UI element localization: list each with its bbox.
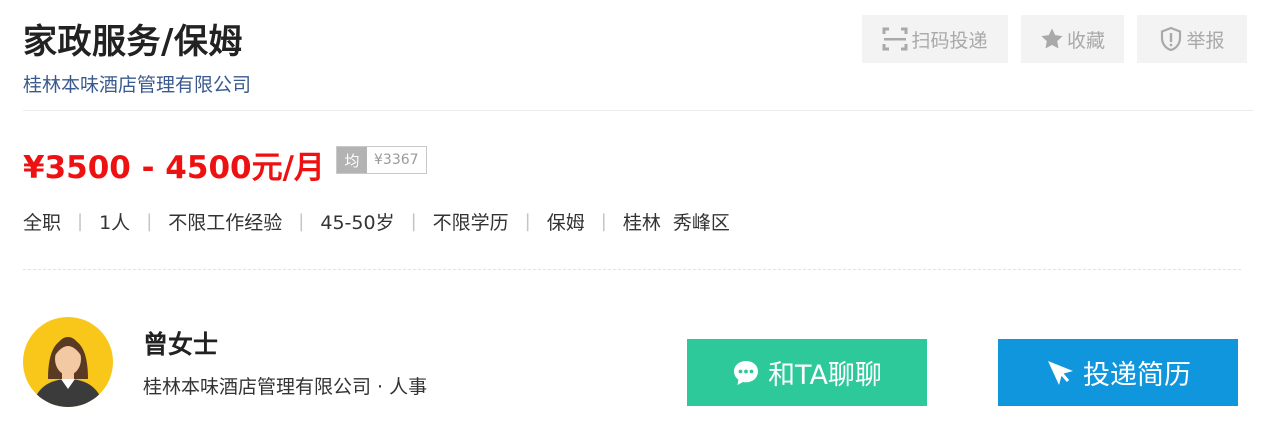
shield-icon	[1159, 26, 1186, 52]
attr-education: 不限学历	[432, 212, 509, 234]
attr-age: 45-50岁	[320, 212, 395, 234]
top-actions: 扫码投递 收藏 举报	[862, 15, 1247, 63]
average-salary-badge: 均 ¥3367	[336, 146, 427, 174]
header-divider	[23, 110, 1253, 111]
average-tag: 均	[337, 147, 367, 173]
report-label: 举报	[1186, 29, 1225, 52]
separator: |	[524, 211, 531, 232]
attr-job-type: 全职	[23, 212, 62, 234]
apply-resume-button[interactable]: 投递简历	[998, 339, 1238, 406]
favorite-label: 收藏	[1066, 29, 1105, 52]
avatar	[23, 317, 113, 407]
salary-range: ¥3500 - 4500元/月	[23, 150, 325, 186]
average-value: ¥3367	[374, 152, 419, 168]
scan-apply-button[interactable]: 扫码投递	[862, 15, 1008, 63]
attr-category: 保姆	[546, 212, 585, 234]
job-attributes: 全职 | 1人 | 不限工作经验 | 45-50岁 | 不限学历 | 保姆 | …	[23, 208, 730, 235]
chat-button[interactable]: 和TA聊聊	[687, 339, 927, 406]
chat-bubble-icon	[732, 359, 768, 387]
separator: |	[298, 211, 305, 232]
chat-button-label: 和TA聊聊	[768, 360, 882, 391]
favorite-button[interactable]: 收藏	[1021, 15, 1124, 63]
scan-icon	[882, 26, 911, 52]
apply-button-label: 投递简历	[1083, 360, 1191, 391]
company-link[interactable]: 桂林本味酒店管理有限公司	[23, 70, 251, 97]
separator: |	[146, 211, 153, 232]
separator: |	[600, 211, 607, 232]
star-icon	[1040, 27, 1067, 51]
separator: |	[410, 211, 417, 232]
paper-plane-icon	[1045, 358, 1083, 388]
attr-headcount: 1人	[99, 212, 131, 234]
separator: |	[77, 211, 84, 232]
attr-location: 桂林 秀峰区	[622, 212, 730, 234]
contact-name: 曾女士	[143, 330, 219, 359]
report-button[interactable]: 举报	[1137, 15, 1247, 63]
attr-experience: 不限工作经验	[168, 212, 283, 234]
contact-info: 桂林本味酒店管理有限公司 · 人事	[143, 376, 428, 398]
scan-apply-label: 扫码投递	[911, 29, 988, 52]
job-title: 家政服务/保姆	[23, 22, 243, 62]
section-divider	[23, 269, 1241, 270]
